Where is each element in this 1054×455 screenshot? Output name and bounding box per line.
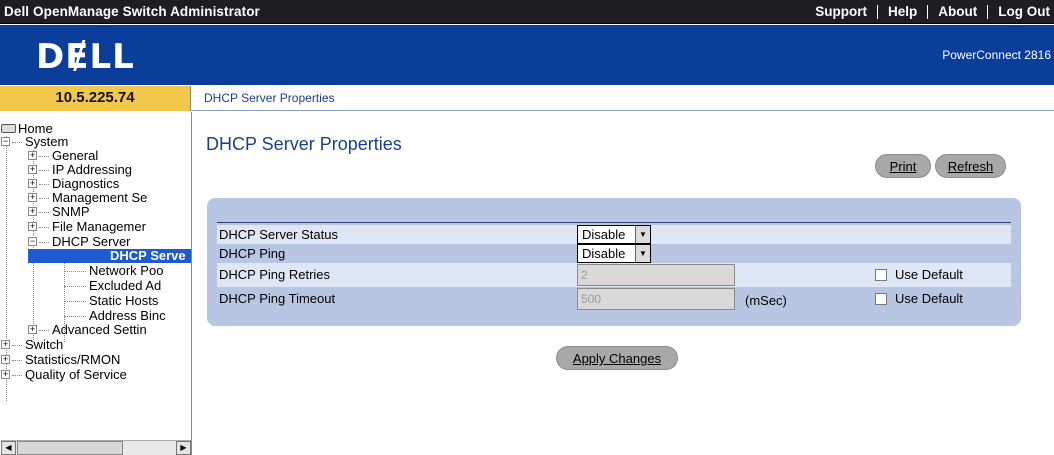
sidebar-item-label: Address Binc [89, 308, 166, 323]
logout-link[interactable]: Log Out [987, 5, 1054, 19]
breadcrumb: DHCP Server Properties [204, 91, 335, 105]
dhcp-properties-panel: DHCP Server Status Disable ▼ DHCP Ping D… [207, 198, 1021, 326]
sidebar-item-label: Excluded Ad [89, 278, 162, 293]
sidebar-item-label: DHCP Serve [110, 248, 186, 263]
sidebar-item-label: Network Poo [89, 263, 164, 278]
ping-retries-input[interactable]: 2 [577, 264, 735, 286]
timeout-unit: (mSec) [745, 293, 787, 308]
sidebar-item-switch[interactable]: + Switch [1, 338, 63, 352]
dropdown-arrow-icon[interactable]: ▼ [635, 245, 650, 262]
sidebar-item-general[interactable]: + General [28, 149, 98, 163]
expand-plus-icon[interactable]: + [28, 222, 37, 232]
app-title: Dell OpenManage Switch Administrator [4, 4, 260, 19]
ping-label: DHCP Ping [219, 246, 286, 261]
sidebar-item-dhcp-server[interactable]: − DHCP Server [28, 235, 131, 249]
form-row-server-status: DHCP Server Status Disable ▼ [217, 225, 1011, 244]
sidebar-item-label: General [52, 148, 99, 163]
sidebar-item-ip-addressing[interactable]: + IP Addressing [28, 163, 132, 177]
dell-logo: DɆLL [36, 37, 135, 77]
expand-plus-icon[interactable]: + [1, 340, 10, 350]
sidebar-item-label: Advanced Settin [52, 322, 147, 337]
sidebar-item-system[interactable]: − System [1, 135, 68, 149]
ping-select[interactable]: Disable ▼ [577, 244, 651, 263]
sidebar-item-snmp[interactable]: + SNMP [28, 205, 90, 219]
server-status-label: DHCP Server Status [219, 227, 338, 242]
server-status-select[interactable]: Disable ▼ [577, 225, 651, 244]
sidebar-item-label: File Managemer [52, 219, 146, 234]
form-row-ping-timeout: DHCP Ping Timeout 500 (mSec) Use Default [217, 287, 1011, 311]
sidebar-item-qos[interactable]: + Quality of Service [1, 368, 127, 382]
product-name: PowerConnect 2816 [942, 48, 1051, 62]
ping-timeout-input[interactable]: 500 [577, 288, 735, 310]
sidebar-item-network-pools[interactable]: Network Poo [64, 264, 163, 278]
help-link[interactable]: Help [877, 5, 927, 19]
sidebar-item-label: System [25, 134, 69, 149]
expand-plus-icon[interactable]: + [28, 179, 37, 189]
switch-ip-address: 10.5.225.74 [0, 86, 191, 111]
expand-plus-icon[interactable]: + [28, 207, 37, 217]
sidebar-tree: Home − System + General + IP Addressing + Di… [0, 112, 192, 455]
sidebar-item-management-security[interactable]: + Management Se [28, 191, 147, 205]
banner: DɆLL PowerConnect 2816 [0, 25, 1054, 85]
expand-plus-icon[interactable]: + [28, 151, 37, 161]
sidebar-item-diagnostics[interactable]: + Diagnostics [28, 177, 119, 191]
scroll-right-icon[interactable]: ▶ [176, 441, 191, 455]
refresh-button[interactable]: Refresh [935, 154, 1006, 178]
sidebar-item-advanced-settings[interactable]: + Advanced Settin [28, 323, 147, 337]
sidebar-item-static-hosts[interactable]: Static Hosts [64, 294, 158, 308]
divider [217, 222, 1011, 223]
home-icon [1, 124, 16, 134]
support-link[interactable]: Support [805, 5, 877, 19]
top-bar: Dell OpenManage Switch Administrator Sup… [0, 0, 1054, 24]
sidebar-item-address-binding[interactable]: Address Binc [64, 309, 166, 323]
expand-plus-icon[interactable]: + [28, 193, 37, 203]
ping-retries-label: DHCP Ping Retries [219, 267, 331, 282]
retries-use-default-checkbox[interactable] [875, 269, 887, 281]
dropdown-arrow-icon[interactable]: ▼ [635, 226, 650, 243]
collapse-minus-icon[interactable]: − [1, 137, 10, 147]
sidebar-item-label: Diagnostics [52, 176, 120, 191]
sidebar-item-file-management[interactable]: + File Managemer [28, 220, 146, 234]
print-button[interactable]: Print [875, 154, 931, 178]
retries-use-default-label: Use Default [895, 267, 963, 282]
sidebar-item-label: Switch [25, 337, 64, 352]
top-nav: Support Help About Log Out [805, 0, 1054, 24]
form-row-ping-retries: DHCP Ping Retries 2 Use Default [217, 263, 1011, 287]
sidebar-item-label: IP Addressing [52, 162, 132, 177]
form-row-ping: DHCP Ping Disable ▼ [217, 244, 1011, 263]
sidebar-horizontal-scrollbar[interactable]: ◀ ▶ [1, 440, 191, 455]
timeout-use-default-checkbox[interactable] [875, 293, 887, 305]
scrollbar-thumb[interactable] [17, 441, 123, 455]
expand-plus-icon[interactable]: + [1, 370, 10, 380]
expand-plus-icon[interactable]: + [1, 355, 10, 365]
sidebar-item-label: Management Se [52, 190, 148, 205]
sidebar-item-label: Static Hosts [89, 293, 159, 308]
page-title: DHCP Server Properties [206, 134, 402, 154]
apply-changes-button[interactable]: Apply Changes [556, 346, 678, 370]
scroll-left-icon[interactable]: ◀ [1, 441, 16, 455]
ping-timeout-label: DHCP Ping Timeout [219, 291, 336, 306]
expand-plus-icon[interactable]: + [28, 165, 37, 175]
ping-value: Disable [582, 246, 626, 261]
sidebar-item-dhcp-server-properties[interactable]: DHCP Serve [28, 248, 191, 263]
sidebar-item-excluded-addresses[interactable]: Excluded Ad [64, 279, 161, 293]
sidebar-item-label: DHCP Server [52, 234, 131, 249]
sidebar-item-statistics[interactable]: + Statistics/RMON [1, 353, 120, 367]
sidebar-item-label: Statistics/RMON [25, 352, 121, 367]
sidebar-item-label: Quality of Service [25, 367, 127, 382]
server-status-value: Disable [582, 227, 626, 242]
info-row: 10.5.225.74 DHCP Server Properties [0, 86, 1054, 111]
sidebar-item-label: SNMP [52, 204, 90, 219]
expand-plus-icon[interactable]: + [28, 325, 37, 335]
timeout-use-default-label: Use Default [895, 291, 963, 306]
collapse-minus-icon[interactable]: − [28, 237, 37, 247]
about-link[interactable]: About [927, 5, 987, 19]
